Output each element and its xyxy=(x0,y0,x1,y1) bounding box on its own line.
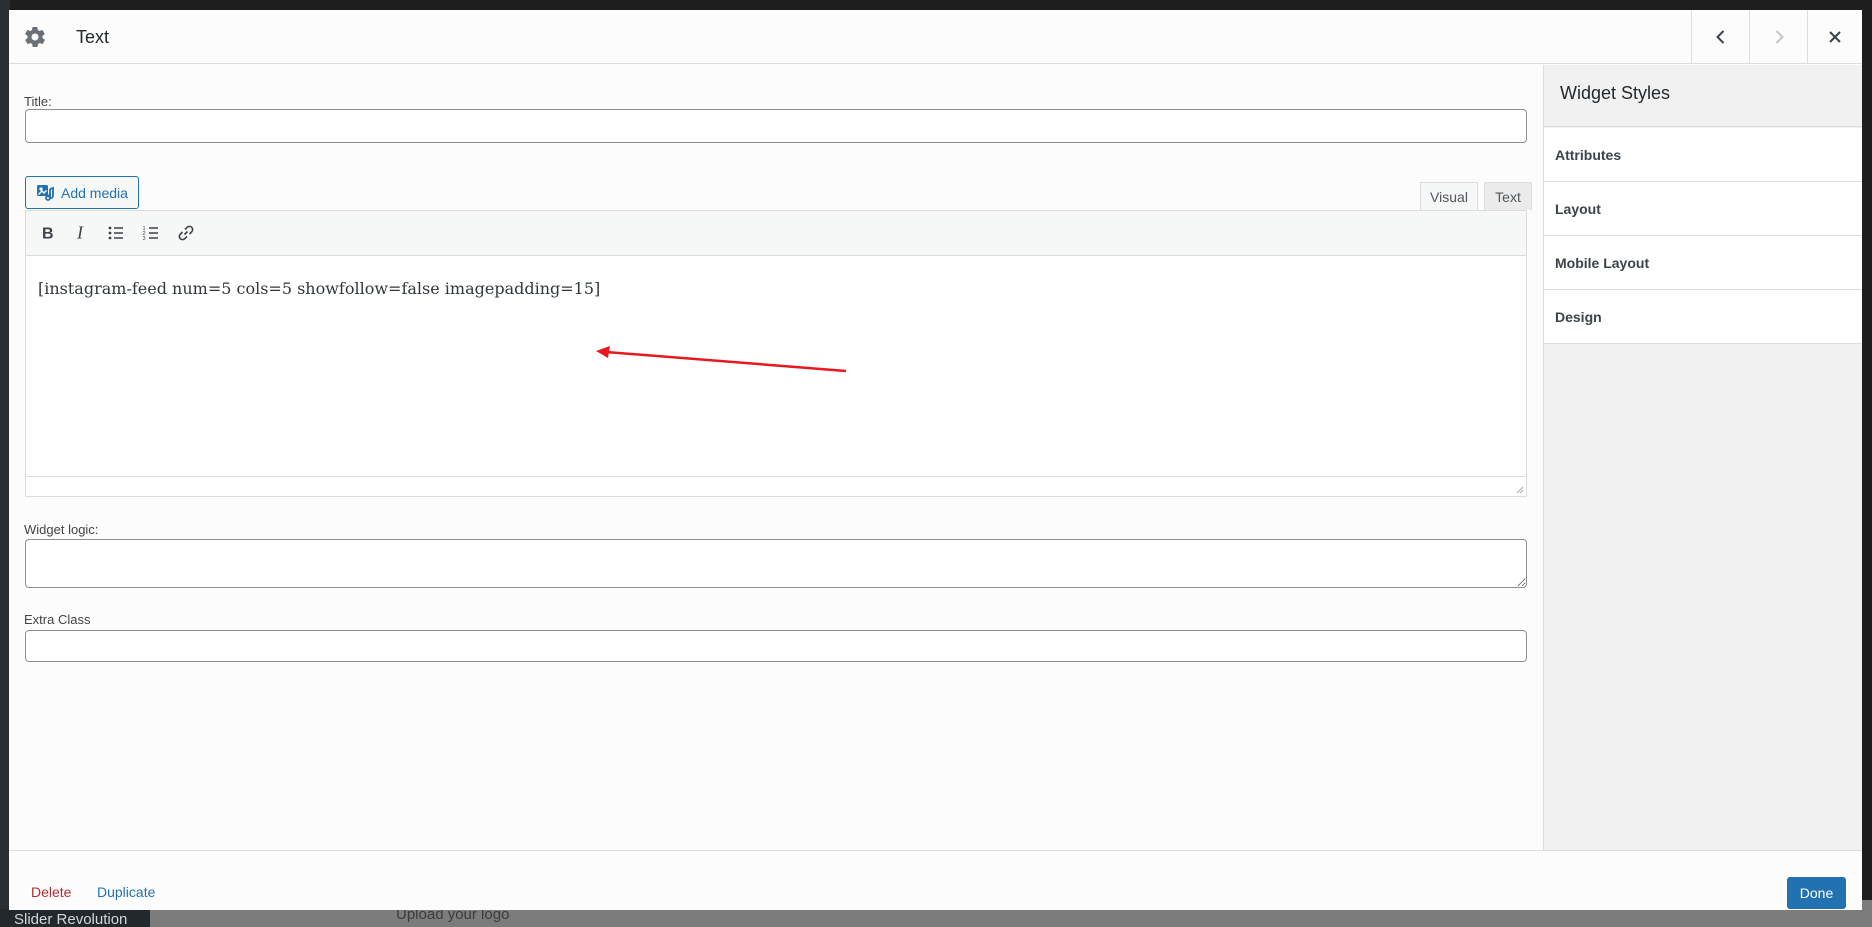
svg-text:B: B xyxy=(42,226,54,243)
close-modal-button[interactable] xyxy=(1807,10,1862,64)
numbered-list-button[interactable]: 1 2 3 xyxy=(137,219,165,247)
modal-footer: Delete Duplicate Done xyxy=(9,850,1862,910)
previous-widget-button[interactable] xyxy=(1691,10,1749,64)
italic-button[interactable]: I xyxy=(67,219,95,247)
modal-header: Text xyxy=(9,10,1862,64)
extra-class-input[interactable] xyxy=(25,630,1527,662)
bullet-list-icon xyxy=(108,226,123,240)
sidebar-item-mobile-layout[interactable]: Mobile Layout xyxy=(1544,236,1862,290)
sidebar-title: Widget Styles xyxy=(1544,65,1862,127)
numbered-list-icon: 1 2 3 xyxy=(143,226,158,242)
sidebar-item-design[interactable]: Design xyxy=(1544,290,1862,344)
chevron-right-icon xyxy=(1775,30,1784,44)
resize-grip-icon[interactable] xyxy=(1514,484,1524,494)
delete-link[interactable]: Delete xyxy=(31,884,71,900)
modal-title: Text xyxy=(76,27,110,47)
tab-text[interactable]: Text xyxy=(1484,182,1532,210)
link-icon xyxy=(178,225,194,241)
svg-text:3: 3 xyxy=(143,236,146,242)
title-label: Title: xyxy=(24,94,52,109)
tab-visual[interactable]: Visual xyxy=(1420,182,1478,210)
duplicate-link[interactable]: Duplicate xyxy=(97,884,155,900)
add-media-label: Add media xyxy=(61,184,128,201)
chevron-left-icon xyxy=(1715,30,1724,44)
widget-edit-modal: Text Title: Add media Visual Text B I 1 … xyxy=(9,10,1862,910)
link-button[interactable] xyxy=(172,219,200,247)
next-widget-button[interactable] xyxy=(1749,10,1807,64)
sidebar-item-layout[interactable]: Layout xyxy=(1544,182,1862,236)
extra-class-label: Extra Class xyxy=(24,612,91,627)
editor-toolbar: B I 1 2 3 xyxy=(26,211,1526,256)
gear-icon xyxy=(25,26,45,48)
svg-text:I: I xyxy=(76,223,84,243)
widget-logic-label: Widget logic: xyxy=(24,522,99,537)
close-icon xyxy=(1829,31,1841,43)
widget-logic-textarea[interactable] xyxy=(25,539,1527,588)
annotation-arrow xyxy=(596,346,847,373)
sidebar-item-attributes[interactable]: Attributes xyxy=(1544,128,1862,182)
editor-statusbar xyxy=(26,476,1526,496)
admin-menu-item[interactable]: Slider Revolution xyxy=(0,909,150,927)
done-button[interactable]: Done xyxy=(1787,877,1846,909)
bold-icon: B xyxy=(42,226,54,243)
widget-form: Title: Add media Visual Text B I 1 2 3 [… xyxy=(9,65,1543,850)
editor-content[interactable]: [instagram-feed num=5 cols=5 showfollow=… xyxy=(38,279,600,298)
widget-styles-sidebar: Widget Styles Attributes Layout Mobile L… xyxy=(1543,65,1862,850)
bold-button[interactable]: B xyxy=(33,219,61,247)
title-input[interactable] xyxy=(25,109,1527,143)
bullet-list-button[interactable] xyxy=(102,219,130,247)
add-media-icon xyxy=(37,184,54,201)
italic-icon: I xyxy=(76,223,84,243)
add-media-button[interactable]: Add media xyxy=(25,176,139,209)
